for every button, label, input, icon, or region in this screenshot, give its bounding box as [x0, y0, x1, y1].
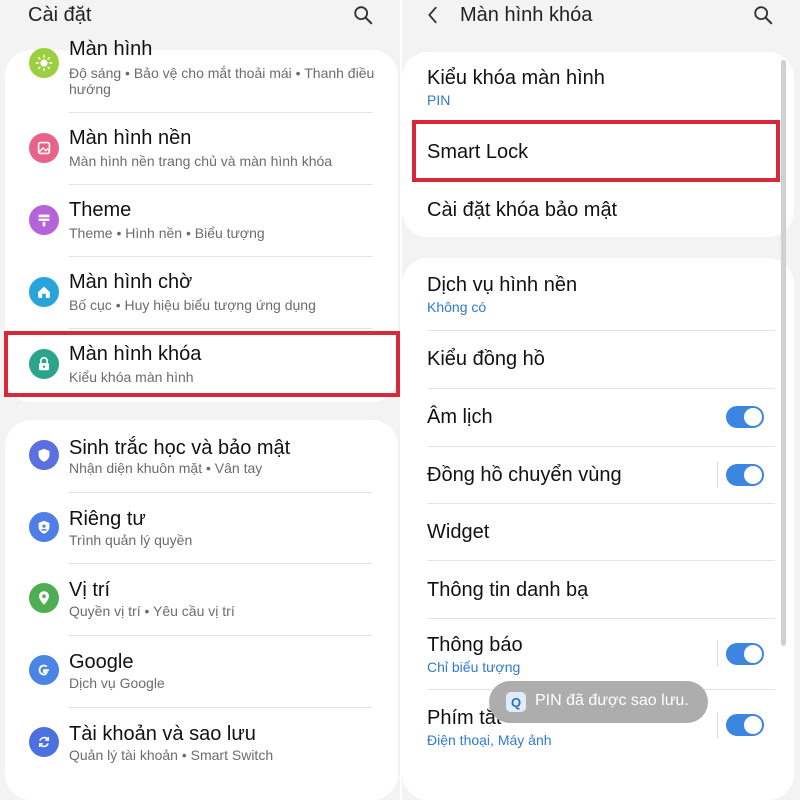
lock-item-subtitle: Điện thoại, Máy ảnh	[427, 732, 552, 748]
search-icon[interactable]	[352, 4, 378, 30]
lock-item-title: Âm lịch	[427, 406, 493, 428]
lock-item-notifications[interactable]: Thông báo Chỉ biểu tượng	[402, 619, 794, 689]
back-arrow-icon[interactable]	[422, 4, 448, 30]
settings-item-theme[interactable]: Theme Theme • Hình nền • Biểu tượng	[5, 185, 398, 257]
lock-item-title: Thông tin danh bạ	[427, 579, 589, 601]
settings-item-biometrics[interactable]: Sinh trắc học và bảo mật Nhận diện khuôn…	[5, 420, 398, 492]
wallpaper-icon	[29, 133, 59, 163]
toggle-separator	[717, 712, 718, 738]
lock-item-contact-info[interactable]: Thông tin danh bạ	[402, 561, 794, 618]
lock-item-lunar-calendar[interactable]: Âm lịch	[402, 389, 794, 446]
settings-item-home-screen[interactable]: Màn hình chờ Bố cục • Huy hiệu biểu tượn…	[5, 257, 398, 329]
settings-header: Cài đặt	[0, 0, 400, 34]
settings-item-title: Riêng tư	[69, 508, 146, 530]
lock-item-widgets[interactable]: Widget	[402, 504, 794, 561]
shortcuts-toggle[interactable]	[726, 714, 764, 736]
settings-item-title: Màn hình nền	[69, 127, 192, 149]
lock-item-secure-lock-settings[interactable]: Cài đặt khóa bảo mật	[402, 182, 794, 236]
toast-message: Q PIN đã được sao lưu.	[489, 681, 708, 723]
lock-item-subtitle: Chỉ biểu tượng	[427, 659, 521, 675]
lock-item-wallpaper-services[interactable]: Dịch vụ hình nền Không có	[402, 258, 794, 330]
settings-item-title: Sinh trắc học và bảo mật	[69, 437, 291, 459]
lock-item-title: Cài đặt khóa bảo mật	[427, 199, 618, 221]
settings-item-title: Theme	[69, 199, 132, 221]
sync-icon	[29, 727, 59, 757]
lock-screen-header: Màn hình khóa	[402, 0, 800, 34]
settings-item-title: Google	[69, 651, 134, 673]
settings-item-subtitle: Trình quản lý quyền	[69, 532, 193, 548]
settings-pane: Cài đặt Màn hình Độ sáng • Bảo vệ cho mắ…	[0, 0, 400, 800]
toggle-separator	[717, 640, 718, 666]
settings-item-title: Tài khoản và sao lưu	[69, 723, 256, 745]
settings-item-subtitle: Theme • Hình nền • Biểu tượng	[69, 225, 265, 241]
settings-item-subtitle: Quyền vị trí • Yêu cầu vị trí	[69, 603, 235, 619]
page-title: Cài đặt	[28, 4, 92, 26]
settings-item-location[interactable]: Vị trí Quyền vị trí • Yêu cầu vị trí	[5, 564, 398, 636]
roaming-clock-toggle[interactable]	[726, 464, 764, 486]
location-icon	[29, 583, 59, 613]
settings-item-subtitle-cont: hướng	[69, 81, 111, 97]
settings-item-subtitle: Quản lý tài khoản • Smart Switch	[69, 747, 274, 763]
settings-item-privacy[interactable]: Riêng tư Trình quản lý quyền	[5, 493, 398, 565]
page-title: Màn hình khóa	[460, 4, 593, 26]
settings-item-subtitle: Màn hình nền trang chủ và màn hình khóa	[69, 153, 333, 169]
settings-item-accounts-backup[interactable]: Tài khoản và sao lưu Quản lý tài khoản •…	[5, 708, 398, 780]
lock-item-title: Dịch vụ hình nền	[427, 274, 578, 296]
toast-text: PIN đã được sao lưu.	[535, 692, 689, 709]
privacy-icon	[29, 512, 59, 542]
scrollbar[interactable]	[781, 60, 786, 646]
settings-item-google[interactable]: Google Dịch vụ Google	[5, 636, 398, 708]
lock-item-title: Thông báo	[427, 634, 523, 656]
lock-screen-pane: Màn hình khóa Kiểu khóa màn hình PIN Sma…	[402, 0, 800, 800]
theme-icon	[29, 205, 59, 235]
settings-item-subtitle: Bố cục • Huy hiệu biểu tượng ứng dụng	[69, 297, 316, 313]
highlight-box-smart-lock	[412, 120, 780, 182]
lock-item-title: Kiểu khóa màn hình	[427, 67, 605, 89]
shield-icon	[29, 440, 59, 470]
settings-item-title: Màn hình	[69, 38, 153, 60]
lock-item-subtitle: Không có	[427, 299, 487, 315]
settings-item-title: Màn hình chờ	[69, 271, 193, 293]
search-icon[interactable]	[752, 4, 778, 30]
lock-item-clock-style[interactable]: Kiểu đồng hồ	[402, 331, 794, 388]
toggle-separator	[717, 462, 718, 488]
app-icon: Q	[506, 692, 526, 712]
notifications-toggle[interactable]	[726, 643, 764, 665]
settings-item-subtitle: Nhận diện khuôn mặt • Vân tay	[69, 460, 263, 476]
home-icon	[29, 277, 59, 307]
lock-item-subtitle: PIN	[427, 92, 451, 108]
highlight-box-lock-screen	[4, 331, 400, 397]
settings-item-subtitle: Dịch vụ Google	[69, 675, 165, 691]
settings-item-wallpaper[interactable]: Màn hình nền Màn hình nền trang chủ và m…	[5, 113, 398, 185]
lock-item-title: Widget	[427, 521, 490, 543]
google-icon	[29, 655, 59, 685]
lock-item-roaming-clock[interactable]: Đồng hồ chuyển vùng	[402, 447, 794, 504]
settings-group-security: Sinh trắc học và bảo mật Nhận diện khuôn…	[5, 420, 398, 800]
sun-icon	[29, 48, 59, 78]
settings-item-title: Vị trí	[69, 579, 111, 601]
lock-item-title: Kiểu đồng hồ	[427, 348, 545, 370]
lock-item-screen-lock-type[interactable]: Kiểu khóa màn hình PIN	[402, 52, 794, 120]
lock-item-title: Đồng hồ chuyển vùng	[427, 464, 622, 486]
settings-item-subtitle: Độ sáng • Bảo vệ cho mắt thoải mái • Tha…	[69, 65, 375, 81]
lunar-calendar-toggle[interactable]	[726, 406, 764, 428]
